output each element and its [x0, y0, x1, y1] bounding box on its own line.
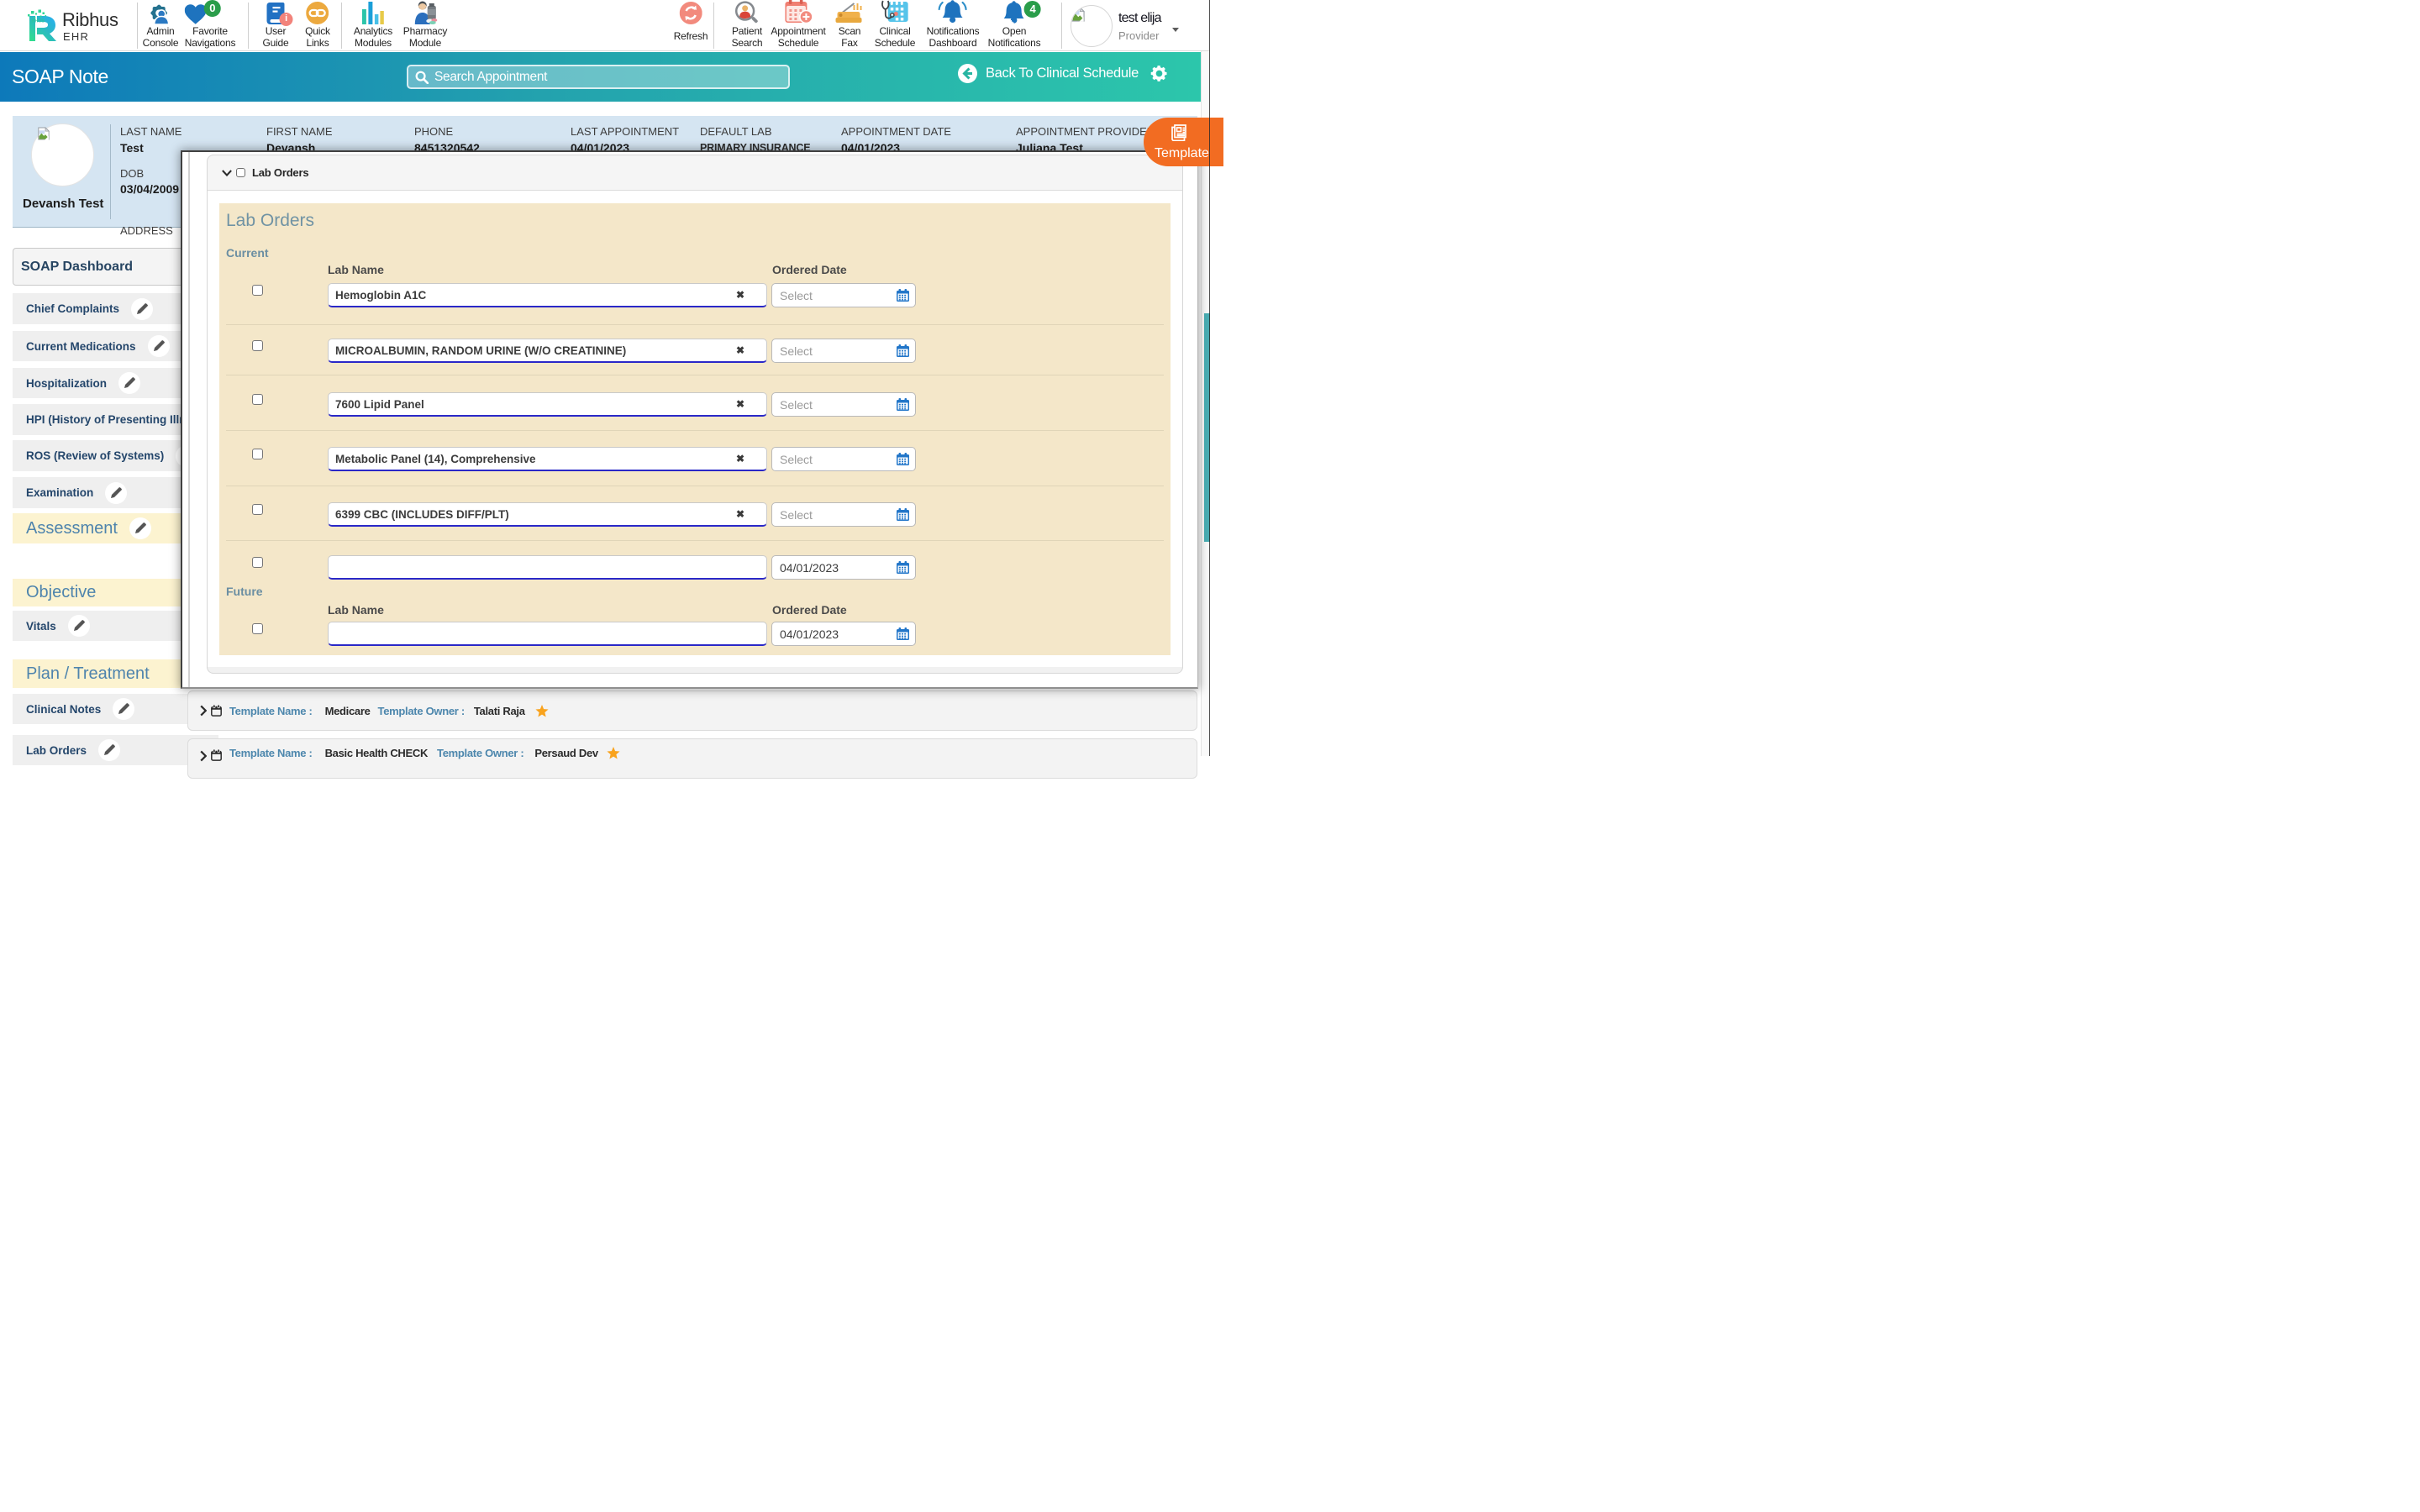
svg-text:BHUS: BHUS	[32, 19, 45, 24]
